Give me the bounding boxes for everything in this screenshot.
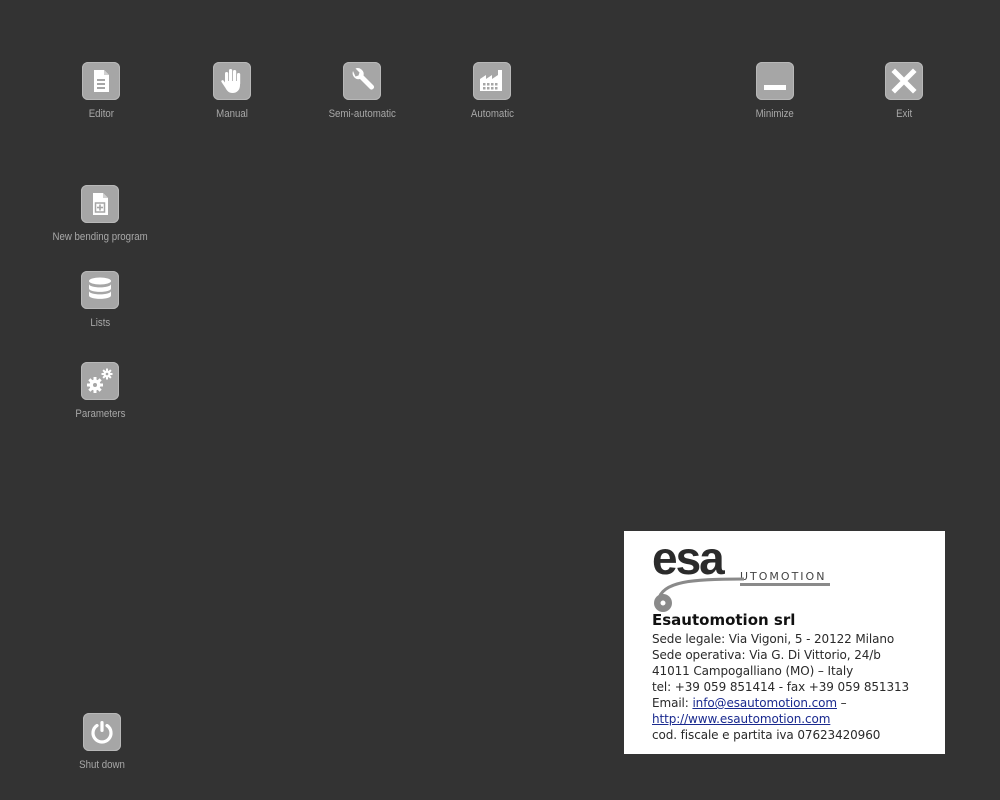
power-icon [83, 713, 121, 751]
semi-automatic-button[interactable]: Semi-automatic [322, 62, 402, 120]
operational-office: Sede operativa: Via G. Di Vittorio, 24/b [652, 648, 881, 662]
minimize-label: Minimize [755, 108, 795, 120]
editor-button[interactable]: Editor [81, 62, 121, 120]
email-suffix: – [836, 696, 847, 710]
company-logo: esa UTOMOTION [652, 535, 933, 613]
manual-label: Manual [216, 108, 248, 120]
phone-fax: tel: +39 059 851414 - fax +39 059 851313 [652, 680, 910, 694]
shutdown-button[interactable]: Shut down [72, 713, 132, 771]
lists-label: Lists [90, 317, 110, 329]
exit-button[interactable]: Exit [884, 62, 924, 120]
logo-swoosh-icon [654, 577, 745, 612]
semi-automatic-label: Semi-automatic [328, 108, 396, 120]
email-link[interactable]: info@esautomotion.com [692, 696, 837, 710]
new-bending-program-label: New bending program [52, 231, 148, 243]
main-screen: Editor Manual Semi-automatic Automatic M… [0, 0, 1000, 800]
email-line: Email: info@esautomotion.com – [652, 695, 933, 711]
close-icon [885, 62, 923, 100]
shutdown-label: Shut down [79, 759, 125, 771]
parameters-button[interactable]: Parameters [70, 362, 130, 420]
website-link[interactable]: http://www.esautomotion.com [652, 712, 830, 726]
database-icon [81, 271, 119, 309]
tax-code: cod. fiscale e partita iva 07623420960 [652, 728, 881, 742]
automatic-button[interactable]: Automatic [467, 62, 517, 120]
lists-button[interactable]: Lists [80, 271, 120, 329]
office-city: 41011 Campogalliano (MO) – Italy [652, 664, 854, 678]
exit-label: Exit [895, 108, 913, 120]
company-info-card: esa UTOMOTION Esautomotion srl Sede lega… [624, 531, 945, 754]
email-prefix: Email: [652, 696, 693, 710]
factory-icon [473, 62, 511, 100]
logo-subtext: UTOMOTION [740, 571, 831, 586]
manual-button[interactable]: Manual [212, 62, 252, 120]
new-bending-program-button[interactable]: New bending program [40, 185, 160, 243]
document-icon [82, 62, 120, 100]
hand-icon [213, 62, 251, 100]
new-file-icon [81, 185, 119, 223]
minimize-button[interactable]: Minimize [750, 62, 800, 120]
website-line: http://www.esautomotion.com [652, 711, 933, 727]
automatic-label: Automatic [470, 108, 514, 120]
company-name: Esautomotion srl [652, 611, 796, 629]
parameters-label: Parameters [74, 408, 126, 420]
gears-icon [81, 362, 119, 400]
registered-office: Sede legale: Via Vigoni, 5 - 20122 Milan… [652, 632, 895, 646]
minimize-icon [756, 62, 794, 100]
wrench-icon [343, 62, 381, 100]
editor-label: Editor [88, 108, 114, 120]
